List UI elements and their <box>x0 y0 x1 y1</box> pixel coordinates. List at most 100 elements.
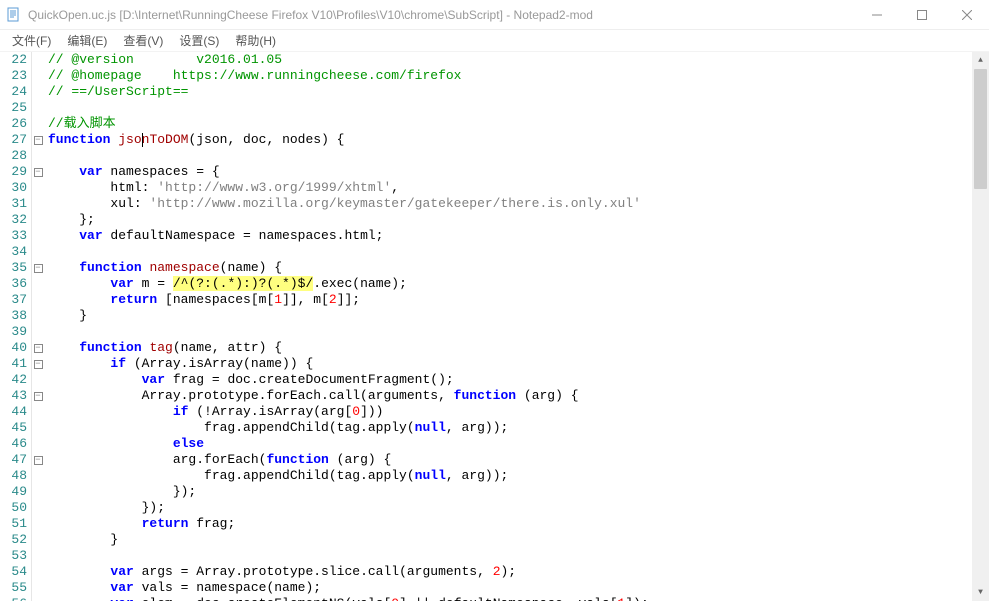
code-line[interactable]: var elem = doc.createElementNS(vals[0] |… <box>44 596 972 601</box>
code-area[interactable]: // @version v2016.01.05// @homepage http… <box>44 52 972 601</box>
minimize-button[interactable] <box>854 0 899 29</box>
code-line[interactable]: var vals = namespace(name); <box>44 580 972 596</box>
code-line[interactable]: return frag; <box>44 516 972 532</box>
scrollbar-thumb[interactable] <box>974 69 987 189</box>
line-number: 42 <box>0 372 31 388</box>
code-line[interactable]: } <box>44 308 972 324</box>
code-line[interactable]: var namespaces = { <box>44 164 972 180</box>
code-line[interactable]: html: 'http://www.w3.org/1999/xhtml', <box>44 180 972 196</box>
line-number: 43 <box>0 388 31 404</box>
code-line[interactable]: function namespace(name) { <box>44 260 972 276</box>
code-line[interactable]: xul: 'http://www.mozilla.org/keymaster/g… <box>44 196 972 212</box>
line-number: 28 <box>0 148 31 164</box>
code-line[interactable]: function jsonToDOM(json, doc, nodes) { <box>44 132 972 148</box>
line-number: 51 <box>0 516 31 532</box>
code-line[interactable]: frag.appendChild(tag.apply(null, arg)); <box>44 468 972 484</box>
line-number: 26 <box>0 116 31 132</box>
vertical-scrollbar[interactable]: ▲ ▼ <box>972 52 989 601</box>
code-line[interactable]: arg.forEach(function (arg) { <box>44 452 972 468</box>
code-line[interactable]: var m = /^(?:(.*):)?(.*)$/.exec(name); <box>44 276 972 292</box>
code-line[interactable]: } <box>44 532 972 548</box>
fold-marker[interactable]: − <box>32 388 44 404</box>
fold-marker[interactable]: − <box>32 132 44 148</box>
code-line[interactable]: Array.prototype.forEach.call(arguments, … <box>44 388 972 404</box>
fold-marker <box>32 468 44 484</box>
line-number: 45 <box>0 420 31 436</box>
line-number: 33 <box>0 228 31 244</box>
code-line[interactable]: //载入脚本 <box>44 116 972 132</box>
fold-marker[interactable]: − <box>32 452 44 468</box>
line-number: 34 <box>0 244 31 260</box>
menu-help[interactable]: 帮助(H) <box>227 30 284 51</box>
fold-marker <box>32 404 44 420</box>
menubar: 文件(F) 编辑(E) 查看(V) 设置(S) 帮助(H) <box>0 30 989 52</box>
code-line[interactable]: if (!Array.isArray(arg[0])) <box>44 404 972 420</box>
editor: 2223242526272829303132333435363738394041… <box>0 52 989 601</box>
code-line[interactable]: // ==/UserScript== <box>44 84 972 100</box>
code-line[interactable]: var defaultNamespace = namespaces.html; <box>44 228 972 244</box>
line-number: 24 <box>0 84 31 100</box>
fold-marker <box>32 196 44 212</box>
scroll-up-button[interactable]: ▲ <box>972 52 989 69</box>
menu-edit[interactable]: 编辑(E) <box>59 30 115 51</box>
fold-marker <box>32 212 44 228</box>
scroll-down-button[interactable]: ▼ <box>972 584 989 601</box>
line-number: 46 <box>0 436 31 452</box>
line-number: 31 <box>0 196 31 212</box>
fold-marker <box>32 180 44 196</box>
code-line[interactable]: }); <box>44 484 972 500</box>
fold-marker <box>32 276 44 292</box>
fold-marker <box>32 68 44 84</box>
line-number: 37 <box>0 292 31 308</box>
line-number: 54 <box>0 564 31 580</box>
close-button[interactable] <box>944 0 989 29</box>
maximize-button[interactable] <box>899 0 944 29</box>
fold-marker <box>32 116 44 132</box>
fold-marker[interactable]: − <box>32 260 44 276</box>
line-number: 55 <box>0 580 31 596</box>
fold-marker[interactable]: − <box>32 164 44 180</box>
code-line[interactable]: return [namespaces[m[1]], m[2]]; <box>44 292 972 308</box>
scrollbar-track[interactable] <box>972 69 989 584</box>
code-line[interactable]: else <box>44 436 972 452</box>
code-line[interactable] <box>44 548 972 564</box>
fold-marker[interactable]: − <box>32 356 44 372</box>
fold-marker <box>32 484 44 500</box>
code-line[interactable]: frag.appendChild(tag.apply(null, arg)); <box>44 420 972 436</box>
code-line[interactable]: // @homepage https://www.runningcheese.c… <box>44 68 972 84</box>
code-line[interactable] <box>44 100 972 116</box>
line-number: 48 <box>0 468 31 484</box>
fold-marker <box>32 420 44 436</box>
menu-file[interactable]: 文件(F) <box>4 30 59 51</box>
line-number: 52 <box>0 532 31 548</box>
code-line[interactable]: }); <box>44 500 972 516</box>
fold-marker <box>32 580 44 596</box>
code-line[interactable]: // @version v2016.01.05 <box>44 52 972 68</box>
fold-marker <box>32 148 44 164</box>
code-line[interactable]: }; <box>44 212 972 228</box>
code-line[interactable]: function tag(name, attr) { <box>44 340 972 356</box>
fold-marker <box>32 516 44 532</box>
fold-marker <box>32 324 44 340</box>
code-line[interactable]: if (Array.isArray(name)) { <box>44 356 972 372</box>
menu-settings[interactable]: 设置(S) <box>171 30 227 51</box>
line-number: 30 <box>0 180 31 196</box>
fold-marker <box>32 292 44 308</box>
fold-marker <box>32 596 44 601</box>
fold-marker <box>32 436 44 452</box>
line-number: 44 <box>0 404 31 420</box>
fold-marker <box>32 548 44 564</box>
fold-marker <box>32 244 44 260</box>
code-line[interactable] <box>44 148 972 164</box>
menu-view[interactable]: 查看(V) <box>115 30 171 51</box>
code-line[interactable] <box>44 244 972 260</box>
code-line[interactable] <box>44 324 972 340</box>
line-number-gutter: 2223242526272829303132333435363738394041… <box>0 52 32 601</box>
fold-marker <box>32 84 44 100</box>
code-line[interactable]: var frag = doc.createDocumentFragment(); <box>44 372 972 388</box>
line-number: 53 <box>0 548 31 564</box>
fold-marker[interactable]: − <box>32 340 44 356</box>
text-cursor <box>142 133 143 147</box>
code-line[interactable]: var args = Array.prototype.slice.call(ar… <box>44 564 972 580</box>
line-number: 39 <box>0 324 31 340</box>
